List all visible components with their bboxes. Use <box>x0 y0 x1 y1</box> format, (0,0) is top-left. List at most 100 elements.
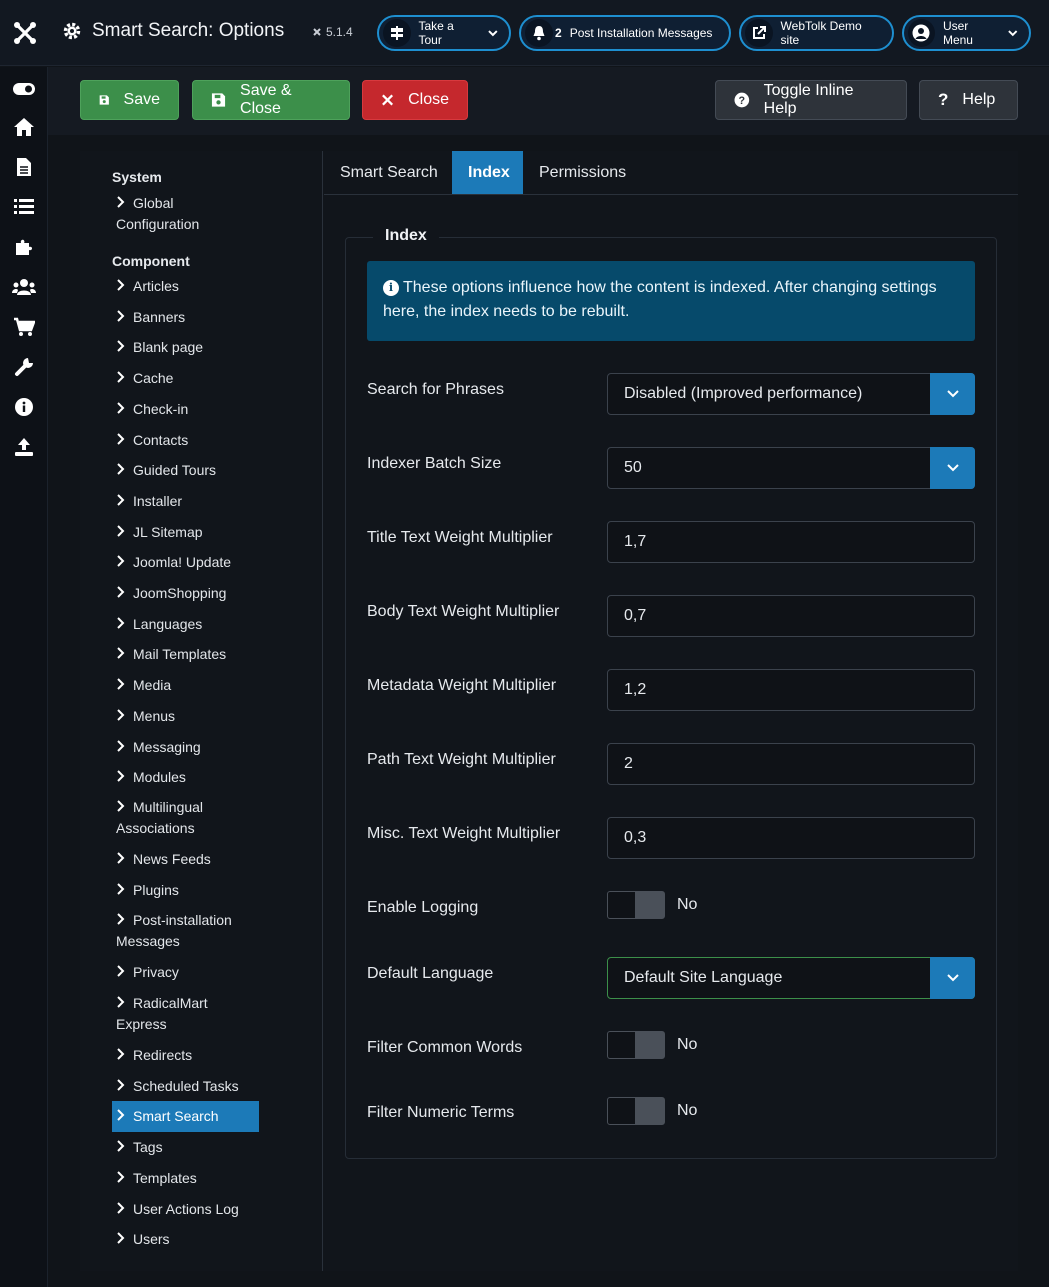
nav-item-label: JL Sitemap <box>133 523 203 540</box>
nav-item-plugins[interactable]: Plugins <box>112 880 259 901</box>
nav-item-label: Installer <box>133 492 183 509</box>
nav-item-guided-tours[interactable]: Guided Tours <box>112 460 259 481</box>
nav-item-cache[interactable]: Cache <box>112 368 259 389</box>
nav-item-contacts[interactable]: Contacts <box>112 430 259 451</box>
list-icon[interactable] <box>12 195 36 219</box>
misc-weight-input[interactable]: 0,3 <box>607 817 975 859</box>
toggle-inline-help-button[interactable]: ? Toggle Inline Help <box>715 80 907 120</box>
home-icon[interactable] <box>12 115 36 139</box>
nav-item-label: Modules <box>133 769 186 786</box>
default-language-select[interactable]: Default Site Language <box>607 957 975 999</box>
nav-item-user-actions-log[interactable]: User Actions Log <box>112 1199 259 1220</box>
nav-item-redirects[interactable]: Redirects <box>112 1045 259 1066</box>
enable-logging-switch[interactable] <box>607 891 665 919</box>
take-tour-button[interactable]: Take a Tour <box>377 15 511 51</box>
chevron-right-icon <box>116 460 126 481</box>
nav-item-label: Media <box>133 677 172 694</box>
nav-item-media[interactable]: Media <box>112 675 259 696</box>
nav-item-multilingual-associations[interactable]: Multilingual Associations <box>112 797 259 839</box>
search-phrases-label: Search for Phrases <box>367 381 504 398</box>
nav-item-radicalmart-express[interactable]: RadicalMart Express <box>112 993 259 1035</box>
chevron-right-icon <box>116 737 126 758</box>
nav-item-privacy[interactable]: Privacy <box>112 962 259 983</box>
batch-size-label: Indexer Batch Size <box>367 455 502 472</box>
chevron-right-icon <box>116 706 126 727</box>
filter-common-words-switch[interactable] <box>607 1031 665 1059</box>
nav-item-label: Banners <box>133 308 186 325</box>
nav-item-modules[interactable]: Modules <box>112 767 259 788</box>
nav-item-menus[interactable]: Menus <box>112 706 259 727</box>
gear-icon <box>63 22 81 40</box>
tab-index[interactable]: Index <box>452 151 523 194</box>
nav-item-label: RadicalMart <box>133 995 208 1011</box>
toggle-menu-icon[interactable] <box>12 77 36 101</box>
save-and-close-button[interactable]: Save & Close <box>192 80 350 120</box>
nav-item-languages[interactable]: Languages <box>112 614 259 635</box>
component-nav: System Global Configuration Component Art… <box>80 151 323 1271</box>
floppy-disk-icon <box>211 93 226 107</box>
cart-icon[interactable] <box>12 315 36 339</box>
post-installation-messages-button[interactable]: 2 Post Installation Messages <box>519 15 731 51</box>
help-button[interactable]: ? Help <box>919 80 1018 120</box>
chevron-right-icon <box>116 1106 126 1127</box>
nav-item-global-configuration[interactable]: Global Configuration <box>112 193 259 235</box>
title-weight-input[interactable]: 1,7 <box>607 521 975 563</box>
nav-item-post-installation-messages[interactable]: Post-installation Messages <box>112 910 259 952</box>
nav-item-messaging[interactable]: Messaging <box>112 737 259 758</box>
nav-item-label: Scheduled Tasks <box>133 1077 239 1094</box>
path-weight-input[interactable]: 2 <box>607 743 975 785</box>
search-phrases-select[interactable]: Disabled (Improved performance) <box>607 373 975 415</box>
close-button[interactable]: Close <box>362 80 468 120</box>
nav-item-templates[interactable]: Templates <box>112 1168 259 1189</box>
upload-icon[interactable] <box>12 435 36 459</box>
page-title: Smart Search: Options <box>62 20 284 42</box>
filter-numeric-terms-value: No <box>677 1102 698 1119</box>
info-icon[interactable] <box>12 395 36 419</box>
file-icon[interactable] <box>12 155 36 179</box>
save-button[interactable]: Save <box>80 80 179 120</box>
filter-numeric-terms-switch[interactable] <box>607 1097 665 1125</box>
nav-item-blank-page[interactable]: Blank page <box>112 337 259 358</box>
nav-item-label: Menus <box>133 707 176 724</box>
chevron-right-icon <box>116 962 126 983</box>
nav-item-label: Global <box>133 195 174 211</box>
nav-item-check-in[interactable]: Check-in <box>112 399 259 420</box>
select-value: Default Site Language <box>624 969 783 986</box>
nav-item-mail-templates[interactable]: Mail Templates <box>112 644 259 665</box>
users-icon[interactable] <box>12 275 36 299</box>
post-installation-label: Post Installation Messages <box>569 26 713 40</box>
nav-item-label: Express <box>116 1016 167 1032</box>
nav-item-news-feeds[interactable]: News Feeds <box>112 849 259 870</box>
puzzle-icon[interactable] <box>12 235 36 259</box>
nav-item-scheduled-tasks[interactable]: Scheduled Tasks <box>112 1076 259 1097</box>
tab-permissions[interactable]: Permissions <box>523 151 642 194</box>
joomla-small-icon <box>313 28 321 36</box>
tab-smart-search[interactable]: Smart Search <box>324 151 454 194</box>
batch-size-select[interactable]: 50 <box>607 447 975 489</box>
nav-item-installer[interactable]: Installer <box>112 491 259 512</box>
nav-item-tags[interactable]: Tags <box>112 1137 259 1158</box>
nav-item-joomla-update[interactable]: Joomla! Update <box>112 552 259 573</box>
metadata-weight-input[interactable]: 1,2 <box>607 669 975 711</box>
nav-item-users[interactable]: Users <box>112 1229 259 1250</box>
version-text: 5.1.4 <box>326 25 353 39</box>
body-weight-input[interactable]: 0,7 <box>607 595 975 637</box>
nav-item-label: Check-in <box>133 400 189 417</box>
chevron-right-icon <box>116 767 126 788</box>
nav-item-jl-sitemap[interactable]: JL Sitemap <box>112 522 259 543</box>
joomla-logo-icon[interactable] <box>10 18 40 48</box>
nav-item-articles[interactable]: Articles <box>112 276 259 297</box>
view-site-button[interactable]: WebTolk Demo site <box>739 15 894 51</box>
tab-label: Index <box>468 163 510 181</box>
user-menu-button[interactable]: User Menu <box>902 15 1031 51</box>
take-tour-label: Take a Tour <box>418 19 454 47</box>
wrench-icon[interactable] <box>12 355 36 379</box>
nav-item-banners[interactable]: Banners <box>112 307 259 328</box>
chevron-right-icon <box>116 1045 126 1066</box>
chevron-right-icon <box>116 675 126 696</box>
help-label: Help <box>962 91 996 108</box>
close-icon <box>382 94 394 106</box>
nav-item-joomshopping[interactable]: JoomShopping <box>112 583 259 604</box>
nav-item-smart-search[interactable]: Smart Search <box>112 1101 259 1133</box>
svg-text:?: ? <box>739 95 746 107</box>
